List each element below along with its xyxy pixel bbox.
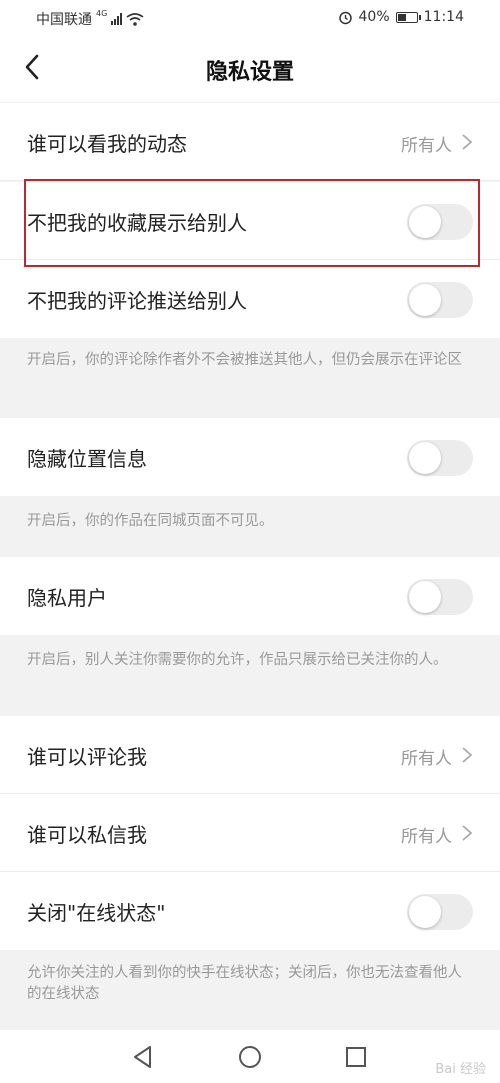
back-triangle-icon[interactable]: [130, 1044, 156, 1070]
wifi-icon: [126, 12, 144, 26]
row-value: 所有人: [401, 136, 452, 156]
hide-favorites-toggle[interactable]: [407, 204, 473, 240]
row-label: 关闭"在线状态": [27, 901, 166, 925]
toggle-knob: [409, 206, 441, 238]
row-hide-comments-push: 不把我的评论推送给别人: [0, 260, 500, 338]
signal-icon: [111, 13, 123, 25]
system-nav-bar: Bai 经验: [0, 1030, 500, 1083]
hide-location-toggle[interactable]: [407, 440, 473, 476]
alarm-icon: [338, 11, 352, 24]
page-title: 隐私设置: [205, 60, 294, 85]
network-type: 4G: [96, 9, 108, 18]
private-user-note: 开启后，别人关注你需要你的允许，作品只展示给已关注你的人。: [27, 652, 448, 668]
row-label: 隐藏位置信息: [27, 447, 147, 471]
chevron-right-icon: [462, 747, 473, 763]
row-hide-location: 隐藏位置信息: [0, 418, 500, 496]
toggle-knob: [409, 284, 441, 316]
row-label: 谁可以评论我: [27, 745, 147, 769]
row-close-online-status: 关闭"在线状态": [0, 872, 500, 950]
row-label: 不把我的收藏展示给别人: [27, 211, 247, 235]
comments-push-note: 开启后，你的评论除作者外不会被推送其他人，但仍会展示在评论区: [27, 352, 462, 368]
toggle-knob: [409, 896, 441, 928]
row-who-can-see-dynamic[interactable]: 谁可以看我的动态 所有人: [0, 103, 500, 181]
battery-percent: 40%: [358, 9, 390, 25]
row-label: 谁可以私信我: [27, 823, 147, 847]
carrier-name: 中国联通: [36, 12, 92, 28]
watermark: Bai 经验: [435, 1062, 486, 1077]
row-value: 所有人: [401, 749, 452, 769]
location-note: 开启后，你的作品在同城页面不可见。: [27, 513, 274, 529]
row-who-can-comment[interactable]: 谁可以评论我 所有人: [0, 716, 500, 794]
row-value: 所有人: [401, 827, 452, 847]
status-bar: 中国联通 4G 40% 11:14: [0, 0, 500, 34]
toggle-knob: [409, 581, 441, 613]
row-private-user: 隐私用户: [0, 557, 500, 635]
online-status-note: 允许你关注的人看到你的快手在线状态；关闭后，你也无法查看他人的在线状态: [27, 965, 462, 1002]
recents-square-icon[interactable]: [343, 1044, 369, 1070]
row-label: 隐私用户: [27, 586, 107, 610]
chevron-right-icon: [462, 825, 473, 841]
row-who-can-message[interactable]: 谁可以私信我 所有人: [0, 794, 500, 872]
row-hide-favorites: 不把我的收藏展示给别人: [0, 182, 500, 260]
private-user-toggle[interactable]: [407, 579, 473, 615]
row-label: 谁可以看我的动态: [27, 132, 187, 156]
chevron-right-icon: [462, 134, 473, 150]
comments-push-toggle[interactable]: [407, 282, 473, 318]
home-circle-icon[interactable]: [237, 1044, 263, 1070]
online-status-toggle[interactable]: [407, 894, 473, 930]
battery-icon: [395, 11, 421, 23]
row-label: 不把我的评论推送给别人: [27, 289, 247, 313]
header: 隐私设置: [0, 34, 500, 103]
toggle-knob: [409, 442, 441, 474]
clock-time: 11:14: [423, 9, 464, 25]
